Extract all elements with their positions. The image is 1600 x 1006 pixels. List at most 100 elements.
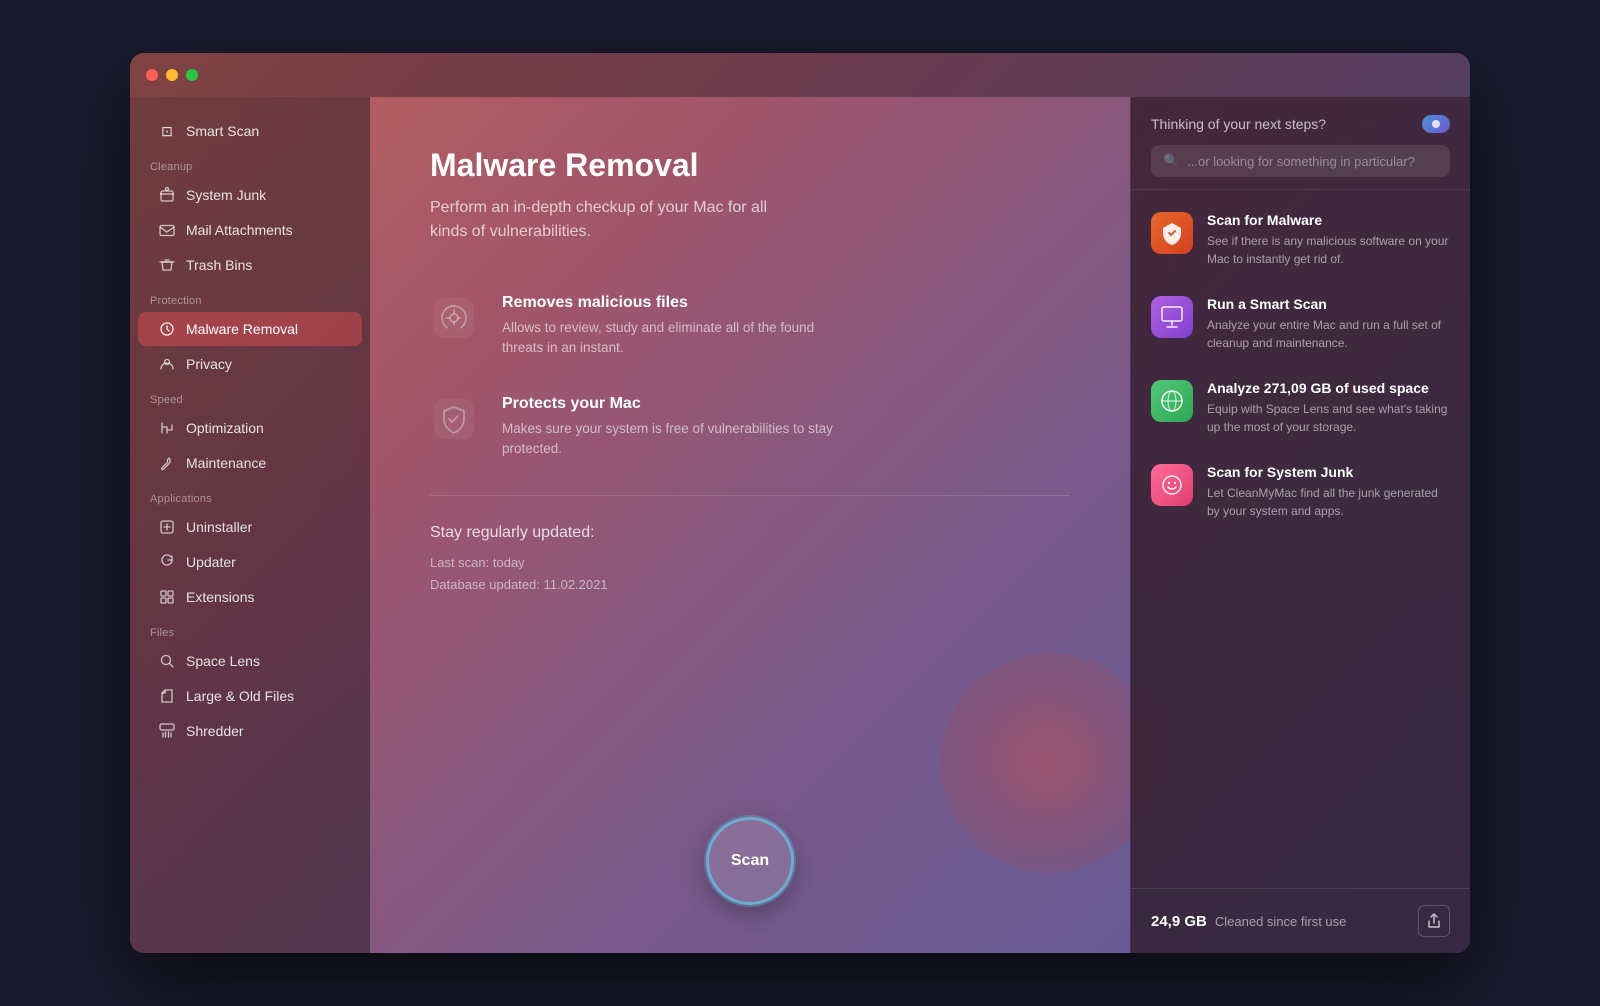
- feature-item-protects: Protects your Mac Makes sure your system…: [430, 395, 1070, 460]
- minimize-button[interactable]: [166, 69, 178, 81]
- panel-footer: 24,9 GB Cleaned since first use: [1131, 888, 1470, 953]
- db-updated-label: Database updated: 11.02.2021: [430, 574, 1070, 596]
- page-title: Malware Removal: [430, 147, 1070, 184]
- panel-items-list: Scan for Malware See if there is any mal…: [1131, 190, 1470, 888]
- analyze-space-title: Analyze 271,09 GB of used space: [1207, 380, 1450, 396]
- last-scan-label: Last scan: today: [430, 552, 1070, 574]
- uninstaller-label: Uninstaller: [186, 519, 252, 535]
- sidebar-item-large-old-files[interactable]: Large & Old Files: [138, 679, 362, 713]
- sidebar-smart-scan-label: Smart Scan: [186, 123, 259, 139]
- title-bar: [130, 53, 1470, 97]
- right-panel: Thinking of your next steps? 🔍: [1130, 97, 1470, 953]
- malware-scan-desc: See if there is any malicious software o…: [1207, 232, 1450, 268]
- stay-updated-details: Last scan: today Database updated: 11.02…: [430, 552, 1070, 596]
- malware-icon: [158, 320, 176, 338]
- share-button[interactable]: [1418, 905, 1450, 937]
- panel-item-system-junk[interactable]: Scan for System Junk Let CleanMyMac find…: [1131, 450, 1470, 534]
- maximize-button[interactable]: [186, 69, 198, 81]
- smart-scan-panel-title: Run a Smart Scan: [1207, 296, 1450, 312]
- sidebar-item-shredder[interactable]: Shredder: [138, 714, 362, 748]
- smart-scan-panel-desc: Analyze your entire Mac and run a full s…: [1207, 316, 1450, 352]
- sidebar-section-applications: Applications: [130, 481, 370, 509]
- sidebar-item-mail-attachments[interactable]: Mail Attachments: [138, 213, 362, 247]
- uninstaller-icon: [158, 518, 176, 536]
- sidebar-item-updater[interactable]: Updater: [138, 545, 362, 579]
- panel-search-bar[interactable]: 🔍: [1151, 145, 1450, 177]
- protects-mac-title: Protects your Mac: [502, 395, 842, 413]
- malicious-files-title: Removes malicious files: [502, 294, 842, 312]
- panel-badge: [1422, 115, 1450, 133]
- maintenance-label: Maintenance: [186, 455, 266, 471]
- space-lens-label: Space Lens: [186, 653, 260, 669]
- panel-badge-dot: [1432, 120, 1440, 128]
- panel-footer-stats: 24,9 GB Cleaned since first use: [1151, 913, 1346, 930]
- malware-removal-label: Malware Removal: [186, 321, 298, 337]
- malware-scan-icon: [1151, 212, 1193, 254]
- scan-button-wrapper: Scan: [706, 817, 794, 905]
- analyze-space-text: Analyze 271,09 GB of used space Equip wi…: [1207, 380, 1450, 436]
- analyze-space-desc: Equip with Space Lens and see what's tak…: [1207, 400, 1450, 436]
- extensions-label: Extensions: [186, 589, 254, 605]
- privacy-icon: [158, 355, 176, 373]
- malicious-files-text: Removes malicious files Allows to review…: [502, 294, 842, 359]
- sidebar-item-maintenance[interactable]: Maintenance: [138, 446, 362, 480]
- sidebar-item-optimization[interactable]: Optimization: [138, 411, 362, 445]
- malware-scan-title: Scan for Malware: [1207, 212, 1450, 228]
- shredder-label: Shredder: [186, 723, 244, 739]
- sidebar-section-files: Files: [130, 615, 370, 643]
- sidebar-item-smart-scan[interactable]: ⊡ Smart Scan: [138, 114, 362, 148]
- sidebar-item-extensions[interactable]: Extensions: [138, 580, 362, 614]
- scan-button[interactable]: Scan: [706, 817, 794, 905]
- feature-list: Removes malicious files Allows to review…: [430, 294, 1070, 459]
- sidebar-item-space-lens[interactable]: Space Lens: [138, 644, 362, 678]
- system-junk-icon: [158, 186, 176, 204]
- smart-scan-icon: ⊡: [158, 122, 176, 140]
- sidebar: ⊡ Smart Scan Cleanup System Junk: [130, 97, 370, 953]
- sidebar-item-trash-bins[interactable]: Trash Bins: [138, 248, 362, 282]
- app-content: ⊡ Smart Scan Cleanup System Junk: [130, 97, 1470, 953]
- malicious-files-desc: Allows to review, study and eliminate al…: [502, 318, 842, 359]
- panel-header: Thinking of your next steps? 🔍: [1131, 97, 1470, 190]
- decorative-circle: [940, 653, 1160, 873]
- updater-label: Updater: [186, 554, 236, 570]
- optimization-label: Optimization: [186, 420, 264, 436]
- maintenance-icon: [158, 454, 176, 472]
- updater-icon: [158, 553, 176, 571]
- panel-item-analyze-space[interactable]: Analyze 271,09 GB of used space Equip wi…: [1131, 366, 1470, 450]
- system-junk-panel-text: Scan for System Junk Let CleanMyMac find…: [1207, 464, 1450, 520]
- panel-item-smart-scan[interactable]: Run a Smart Scan Analyze your entire Mac…: [1131, 282, 1470, 366]
- cleaned-gb-value: 24,9 GB: [1151, 913, 1207, 930]
- space-lens-icon: [158, 652, 176, 670]
- optimization-icon: [158, 419, 176, 437]
- large-old-files-label: Large & Old Files: [186, 688, 294, 704]
- search-input[interactable]: [1187, 154, 1438, 169]
- sidebar-section-cleanup: Cleanup: [130, 149, 370, 177]
- sidebar-section-speed: Speed: [130, 382, 370, 410]
- panel-item-scan-malware[interactable]: Scan for Malware See if there is any mal…: [1131, 198, 1470, 282]
- close-button[interactable]: [146, 69, 158, 81]
- panel-title-text: Thinking of your next steps?: [1151, 116, 1326, 132]
- main-content: Malware Removal Perform an in-depth chec…: [370, 97, 1130, 953]
- sidebar-item-system-junk[interactable]: System Junk: [138, 178, 362, 212]
- shredder-icon: [158, 722, 176, 740]
- sidebar-section-protection: Protection: [130, 283, 370, 311]
- system-junk-panel-desc: Let CleanMyMac find all the junk generat…: [1207, 484, 1450, 520]
- protects-mac-text: Protects your Mac Makes sure your system…: [502, 395, 842, 460]
- mail-attachments-label: Mail Attachments: [186, 222, 293, 238]
- sidebar-item-uninstaller[interactable]: Uninstaller: [138, 510, 362, 544]
- sidebar-item-privacy[interactable]: Privacy: [138, 347, 362, 381]
- sidebar-item-malware-removal[interactable]: Malware Removal: [138, 312, 362, 346]
- system-junk-panel-title: Scan for System Junk: [1207, 464, 1450, 480]
- page-subtitle: Perform an in-depth checkup of your Mac …: [430, 196, 1070, 244]
- stay-updated-title: Stay regularly updated:: [430, 524, 1070, 542]
- large-old-files-icon: [158, 687, 176, 705]
- search-icon: 🔍: [1163, 153, 1179, 169]
- system-junk-label: System Junk: [186, 187, 266, 203]
- extensions-icon: [158, 588, 176, 606]
- traffic-lights: [146, 69, 198, 81]
- analyze-space-icon: [1151, 380, 1193, 422]
- protects-mac-desc: Makes sure your system is free of vulner…: [502, 419, 842, 460]
- trash-bins-label: Trash Bins: [186, 257, 252, 273]
- mail-icon: [158, 221, 176, 239]
- smart-scan-panel-text: Run a Smart Scan Analyze your entire Mac…: [1207, 296, 1450, 352]
